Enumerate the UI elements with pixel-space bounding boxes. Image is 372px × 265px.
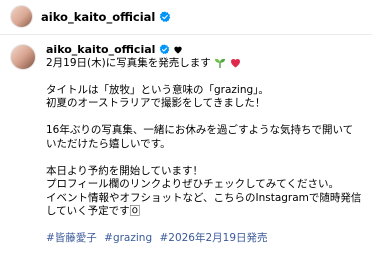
header-username[interactable]: aiko_kaito_official [41, 10, 155, 24]
seedling-icon [215, 58, 226, 68]
header-divider [0, 34, 372, 35]
hashtag-link[interactable]: #grazing [104, 232, 152, 244]
post-caption-block: aiko_kaito_official 2月19日(木)に写真集を発売します タ… [10, 43, 368, 246]
profile-avatar[interactable] [10, 5, 33, 28]
caption-avatar[interactable] [10, 44, 36, 70]
caption-line: 2月19日(木)に写真集を発売します [46, 57, 364, 71]
caption-line: タイトルは「放牧」という意味の「grazing」。 [46, 83, 269, 96]
caption-username[interactable]: aiko_kaito_official [46, 43, 155, 57]
hashtag-link[interactable]: #皆藤愛子 [46, 232, 97, 244]
caption-text: aiko_kaito_official 2月19日(木)に写真集を発売します タ… [46, 43, 364, 246]
caption-line: していく予定です🄾 [46, 205, 141, 217]
caption-line: プロフィール欄のリンクよりぜひチェックしてみてください。 [46, 178, 339, 190]
verified-badge-icon [160, 44, 170, 55]
red-heart-icon [231, 59, 241, 68]
caption-line: 16年ぶりの写真集、一緒にお休みを過ごすような気持ちで開いて [46, 124, 354, 136]
hashtag-row: #皆藤愛子 #grazing #2026年2月19日発売 [46, 232, 364, 246]
caption-line: 初夏のオーストラリアで撮影をしてきました！ [46, 97, 266, 109]
caption-line: いただけたら嬉しいです。 [46, 137, 171, 150]
caption-line: イベント情報やオフショットなど、こちらのInstagramで随時発信 [46, 191, 362, 204]
caption-line: 本日より予約を開始しています！ [46, 164, 203, 177]
profile-header: aiko_kaito_official [0, 0, 372, 33]
verified-badge-icon [160, 11, 171, 22]
hashtag-link[interactable]: #2026年2月19日発売 [159, 232, 267, 244]
black-heart-icon [174, 46, 183, 54]
